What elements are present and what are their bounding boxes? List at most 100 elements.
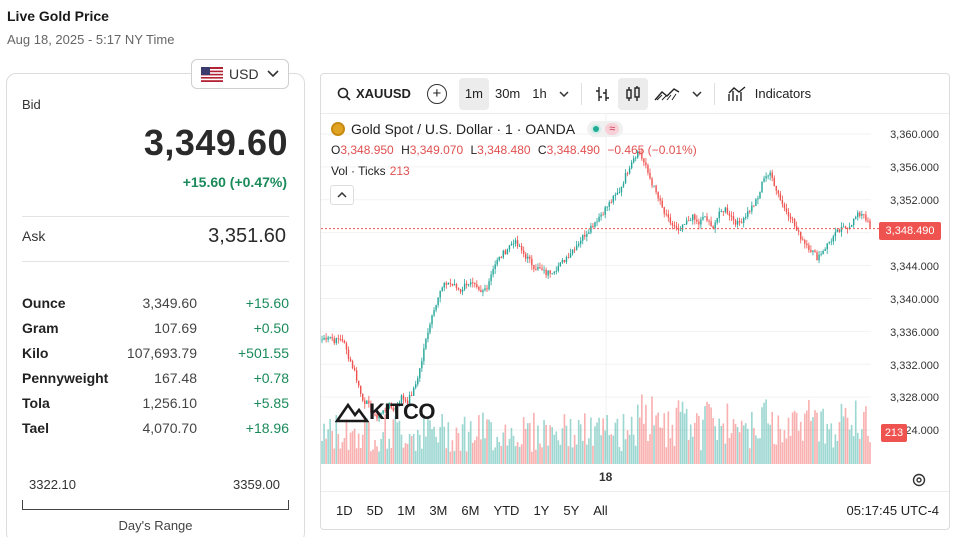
volume-bar <box>828 429 831 464</box>
symbol-search[interactable]: XAUUSD <box>331 78 421 110</box>
range-6m[interactable]: 6M <box>454 503 486 518</box>
range-ytd[interactable]: YTD <box>486 503 526 518</box>
candle-body <box>435 305 437 311</box>
toolbar-separator <box>580 82 582 105</box>
collapse-legend-button[interactable] <box>330 185 354 205</box>
volume-bar <box>502 432 505 464</box>
volume-bar <box>524 428 527 464</box>
area-chart-icon <box>654 87 680 100</box>
candle-body <box>333 338 335 344</box>
candle-body <box>500 257 502 258</box>
candle-body <box>506 249 509 255</box>
candle-body <box>616 192 619 195</box>
candle-body <box>683 224 686 225</box>
currency-select[interactable]: USD <box>191 59 289 89</box>
candle-body <box>855 216 857 219</box>
volume-bar <box>818 441 820 464</box>
candle-body <box>632 158 635 163</box>
candle-body <box>545 269 547 276</box>
volume-bar <box>755 435 757 464</box>
volume-bar <box>689 424 692 464</box>
candle-body <box>696 219 698 222</box>
volume-bar <box>740 420 743 464</box>
x-tick: 18 <box>599 470 613 484</box>
volume-bar <box>728 438 731 464</box>
candle-body <box>732 216 735 221</box>
range-all[interactable]: All <box>586 503 614 518</box>
candle-body <box>614 194 617 196</box>
chart-type-dropdown[interactable] <box>686 78 708 110</box>
volume-bar <box>512 435 515 464</box>
market-status-badge[interactable]: ≈ <box>587 121 624 137</box>
volume-bar <box>693 422 696 464</box>
candles-button[interactable] <box>617 77 648 110</box>
range-1y[interactable]: 1Y <box>526 503 556 518</box>
candle-body <box>419 368 421 379</box>
range-3m[interactable]: 3M <box>422 503 454 518</box>
y-tick: 3,352.000 <box>890 195 939 207</box>
candle-body <box>439 290 441 298</box>
candle-body <box>608 202 610 207</box>
candle-body <box>738 220 741 223</box>
area-style-button[interactable] <box>648 78 686 110</box>
candle-body <box>785 208 788 212</box>
candle-body <box>470 282 472 285</box>
range-1d[interactable]: 1D <box>329 503 360 518</box>
volume-bar <box>402 447 405 464</box>
range-1m[interactable]: 1M <box>390 503 422 518</box>
volume-bar <box>704 406 706 464</box>
candle-body <box>494 264 496 270</box>
candle-body <box>722 211 725 213</box>
candle-body <box>824 249 826 251</box>
vol-label: Vol · Ticks <box>331 164 386 178</box>
y-tick: 3,344.000 <box>890 261 939 273</box>
candle-body <box>755 199 757 206</box>
candle-body <box>612 195 615 203</box>
volume-bar <box>687 440 690 464</box>
candle-body <box>645 162 647 166</box>
interval-dropdown[interactable] <box>553 78 575 110</box>
volume-bar <box>830 423 833 464</box>
unit-table: Ounce 3,349.60 +15.60 Gram 107.69 +0.50 … <box>22 290 289 440</box>
candle-body <box>649 172 651 179</box>
bar-style-button[interactable] <box>588 78 618 110</box>
volume-bar <box>327 429 329 464</box>
range-5d[interactable]: 5D <box>360 503 391 518</box>
interval-1m[interactable]: 1m <box>458 77 489 110</box>
unit-row-pennyweight: Pennyweight 167.48 +0.78 <box>22 365 289 390</box>
volume-bar <box>549 425 551 464</box>
interval-1h[interactable]: 1h <box>526 78 552 110</box>
logo-text: KITCO <box>369 399 435 424</box>
volume-bar <box>667 411 670 464</box>
volume-bar <box>478 415 480 464</box>
candle-body <box>443 283 445 288</box>
candle-body <box>726 207 729 214</box>
volume-bar <box>551 427 554 464</box>
volume-bar <box>649 434 651 464</box>
volume-bar <box>445 448 448 464</box>
y-tick: 3,328.000 <box>890 392 939 404</box>
candle-body <box>702 216 704 220</box>
candle-body <box>844 226 847 228</box>
volume-bar <box>437 442 439 464</box>
candle-body <box>800 231 802 240</box>
candle-body <box>659 198 661 201</box>
candle-body <box>802 239 804 241</box>
volume-bar <box>372 449 374 464</box>
candle-body <box>767 175 769 177</box>
settings-gear-icon[interactable] <box>911 472 927 488</box>
indicators-button[interactable]: Indicators <box>721 78 817 110</box>
symbol-label: XAUUSD <box>356 86 411 101</box>
interval-30m[interactable]: 30m <box>489 78 526 110</box>
volume-bar <box>781 442 784 464</box>
candle-body <box>590 225 592 233</box>
volume-bar <box>443 426 446 464</box>
candle-body <box>606 206 608 208</box>
volume-bar <box>795 412 798 464</box>
range-5y[interactable]: 5Y <box>556 503 586 518</box>
ask-price: 3,351.60 <box>208 225 286 247</box>
candle-body <box>789 216 792 219</box>
volume-bar <box>343 437 346 464</box>
add-symbol-button[interactable]: + <box>426 83 447 104</box>
candle-body <box>425 339 427 349</box>
